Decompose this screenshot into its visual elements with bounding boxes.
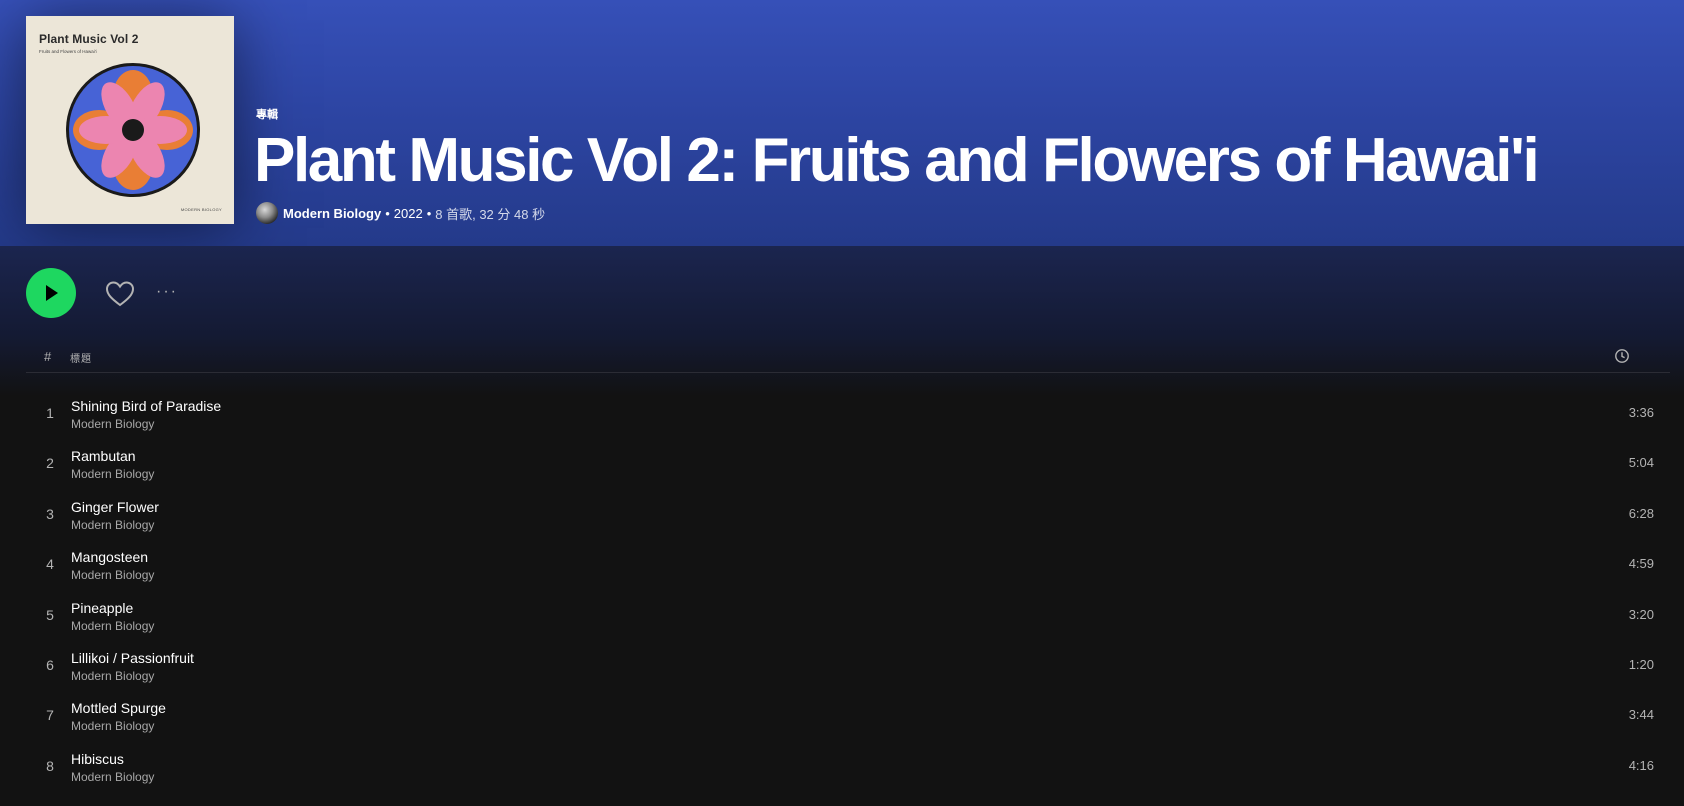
track-number: 3 — [46, 505, 54, 522]
track-row[interactable]: 8 Hibiscus Modern Biology 4:16 — [26, 741, 1670, 791]
track-duration: 4:16 — [1628, 757, 1654, 773]
album-type-label: 專輯 — [256, 109, 278, 121]
track-duration: 4:59 — [1628, 556, 1654, 572]
track-number: 8 — [46, 757, 54, 774]
column-number-header: # — [44, 349, 52, 364]
track-artist[interactable]: Modern Biology — [71, 719, 154, 733]
track-artist[interactable]: Modern Biology — [71, 417, 154, 431]
track-title[interactable]: Shining Bird of Paradise — [71, 398, 221, 414]
track-list: 1 Shining Bird of Paradise Modern Biolog… — [26, 388, 1670, 791]
column-title-header: 標題 — [70, 354, 92, 365]
more-options-button[interactable]: ··· — [156, 283, 184, 303]
track-artist[interactable]: Modern Biology — [71, 467, 154, 481]
artist-link[interactable]: Modern Biology — [283, 206, 381, 221]
track-duration: 5:04 — [1628, 455, 1654, 471]
play-icon — [46, 285, 58, 301]
cover-subtitle: Fruits and Flowers of Hawai'i — [39, 49, 97, 54]
track-artist[interactable]: Modern Biology — [71, 669, 154, 683]
track-title[interactable]: Pineapple — [71, 600, 133, 616]
track-number: 6 — [46, 656, 54, 673]
track-number: 1 — [46, 405, 54, 421]
track-artist[interactable]: Modern Biology — [71, 619, 154, 633]
meta-separator: • — [385, 205, 390, 221]
play-button[interactable] — [26, 268, 76, 318]
album-header: Plant Music Vol 2 Fruits and Flowers of … — [0, 0, 1684, 246]
track-row[interactable]: 1 Shining Bird of Paradise Modern Biolog… — [26, 388, 1670, 438]
track-title[interactable]: Mottled Spurge — [71, 700, 166, 716]
track-artist[interactable]: Modern Biology — [71, 518, 154, 532]
like-button[interactable] — [104, 278, 136, 310]
track-artist[interactable]: Modern Biology — [71, 770, 154, 784]
action-bar — [0, 246, 1684, 396]
track-title[interactable]: Ginger Flower — [71, 499, 159, 515]
track-number: 5 — [46, 606, 54, 623]
album-year: 2022 — [393, 205, 423, 221]
track-row[interactable]: 5 Pineapple Modern Biology 3:20 — [26, 590, 1670, 640]
track-title[interactable]: Mangosteen — [71, 549, 148, 565]
album-summary: 8 首歌, 32 分 48 秒 — [435, 206, 546, 222]
clock-icon — [1615, 349, 1629, 363]
track-row[interactable]: 3 Ginger Flower Modern Biology 6:28 — [26, 489, 1670, 539]
track-duration: 6:28 — [1628, 505, 1654, 521]
flower-artwork — [66, 63, 200, 197]
track-title[interactable]: Hibiscus — [71, 751, 124, 767]
track-row[interactable]: 6 Lillikoi / Passionfruit Modern Biology… — [26, 640, 1670, 690]
track-artist[interactable]: Modern Biology — [71, 568, 154, 582]
track-duration: 3:36 — [1628, 405, 1654, 420]
track-number: 2 — [46, 455, 54, 472]
track-duration: 3:20 — [1628, 606, 1654, 622]
track-title[interactable]: Lillikoi / Passionfruit — [71, 650, 194, 666]
track-duration: 1:20 — [1628, 656, 1654, 672]
heart-icon — [105, 281, 135, 307]
track-number: 7 — [46, 707, 54, 724]
album-cover: Plant Music Vol 2 Fruits and Flowers of … — [26, 16, 234, 224]
track-number: 4 — [46, 556, 54, 573]
track-duration: 3:44 — [1628, 707, 1654, 723]
album-title: Plant Music Vol 2: Fruits and Flowers of… — [254, 126, 1540, 195]
track-row[interactable]: 2 Rambutan Modern Biology 5:04 — [26, 438, 1670, 488]
track-table-header: # 標題 — [26, 345, 1670, 373]
artist-avatar — [256, 202, 278, 224]
meta-separator: • — [426, 205, 432, 221]
track-row[interactable]: 4 Mangosteen Modern Biology 4:59 — [26, 539, 1670, 589]
album-meta: Modern Biology • 2022 • 8 首歌, 32 分 48 秒 — [256, 202, 546, 224]
track-title[interactable]: Rambutan — [71, 448, 136, 464]
track-row[interactable]: 7 Mottled Spurge Modern Biology 3:44 — [26, 690, 1670, 740]
cover-title: Plant Music Vol 2 — [39, 32, 139, 46]
cover-brand: MODERN BIOLOGY — [180, 207, 222, 212]
